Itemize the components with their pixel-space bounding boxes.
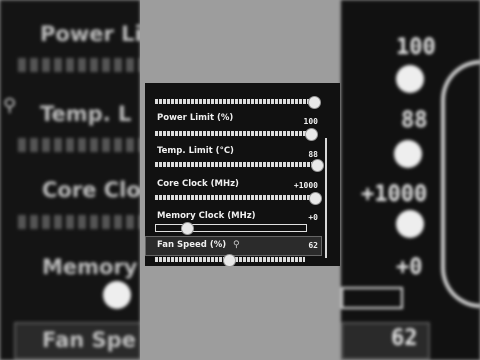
- bg-label-fan: Fan Spe: [42, 328, 136, 352]
- core-clock-value: +1000: [293, 181, 318, 190]
- bg-value-memory: +0: [396, 255, 423, 280]
- memory-clock-value: +0: [308, 213, 318, 222]
- power-limit-knob[interactable]: [305, 128, 318, 141]
- top-partial-knob[interactable]: [308, 96, 321, 109]
- bg-label-power: Power Lin: [40, 22, 140, 46]
- memory-clock-knob[interactable]: [181, 222, 194, 235]
- fan-speed-value: 62: [308, 241, 318, 250]
- bg-value-power: 100: [396, 35, 436, 60]
- temp-limit-slider[interactable]: [155, 162, 315, 167]
- bg-value-fan: 62: [391, 326, 418, 351]
- top-partial-bar: [155, 99, 315, 104]
- bg-core-knob: [396, 210, 424, 238]
- bg-power-bar: [18, 58, 140, 72]
- memory-clock-slider[interactable]: [155, 224, 307, 232]
- bg-label-core: Core Cloc: [42, 178, 140, 202]
- side-dial-arc: [325, 138, 340, 258]
- temp-limit-knob[interactable]: [311, 159, 324, 172]
- link-icon: ⚲: [3, 95, 17, 116]
- bg-temp-bar: [18, 138, 140, 152]
- temp-limit-value: 88: [308, 150, 318, 159]
- power-limit-slider[interactable]: [155, 131, 315, 136]
- core-clock-knob[interactable]: [309, 192, 322, 205]
- power-limit-value: 100: [303, 117, 318, 126]
- bg-dial-arc: [441, 60, 480, 308]
- fan-link-icon[interactable]: ⚲: [233, 240, 240, 250]
- bg-label-temp: Temp. L: [40, 102, 132, 126]
- bg-value-core: +1000: [361, 182, 428, 207]
- core-clock-slider[interactable]: [155, 195, 315, 200]
- fan-speed-knob[interactable]: [223, 254, 236, 266]
- core-clock-label: Core Clock (MHz): [157, 179, 239, 189]
- background-left-panel: Power Lin ⚲ Temp. L Core Cloc Memory Fan…: [0, 0, 140, 360]
- bg-power-knob: [396, 65, 424, 93]
- bg-value-temp: 88: [401, 108, 428, 133]
- fan-speed-label: Fan Speed (%): [157, 240, 227, 250]
- bg-memory-knob: [103, 281, 131, 309]
- background-right-panel: 100 88 +1000 +0 62: [341, 0, 480, 360]
- bg-label-memory: Memory: [42, 255, 138, 279]
- gpu-settings-panel: Power Limit (%) 100 Temp. Limit (°C) 88 …: [145, 83, 340, 266]
- bg-core-bar: [18, 215, 140, 229]
- temp-limit-label: Temp. Limit (°C): [157, 146, 234, 156]
- bg-temp-knob: [394, 140, 422, 168]
- memory-clock-label: Memory Clock (MHz): [157, 211, 256, 221]
- power-limit-label: Power Limit (%): [157, 113, 234, 123]
- bg-memory-track: [341, 287, 403, 309]
